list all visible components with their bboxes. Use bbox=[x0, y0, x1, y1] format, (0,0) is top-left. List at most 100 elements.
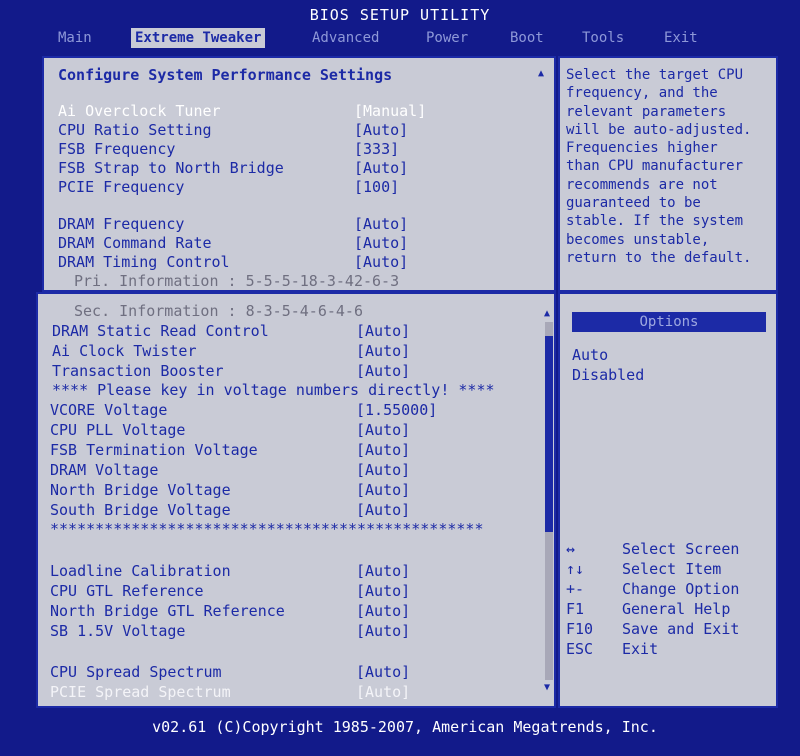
scroll-down-arrow-icon[interactable]: ▼ bbox=[544, 682, 550, 693]
top-settings-panel: Configure System Performance Settings Ai… bbox=[42, 56, 556, 292]
cpu-gtl-reference-item[interactable]: CPU GTL Reference [Auto] bbox=[50, 582, 410, 601]
item-value: [Auto] bbox=[356, 342, 411, 360]
item-label: CPU GTL Reference bbox=[50, 582, 204, 600]
item-label: FSB Frequency bbox=[58, 140, 176, 158]
item-label: DRAM Frequency bbox=[58, 215, 185, 233]
item-label: SB 1.5V Voltage bbox=[50, 622, 186, 640]
item-label: VCORE Voltage bbox=[50, 401, 168, 419]
south-bridge-voltage-item[interactable]: South Bridge Voltage [Auto] bbox=[50, 501, 410, 520]
bottom-settings-panel: Sec. Information : 8-3-5-4-6-4-6 DRAM St… bbox=[36, 292, 556, 708]
item-label: Ai Overclock Tuner bbox=[58, 102, 221, 120]
voltage-note: **** Please key in voltage numbers direc… bbox=[52, 381, 495, 399]
tab-advanced[interactable]: Advanced bbox=[308, 28, 383, 48]
bios-title: BIOS SETUP UTILITY bbox=[309, 6, 491, 24]
item-value: [Auto] bbox=[356, 602, 411, 620]
fsb-strap-item[interactable]: FSB Strap to North Bridge [Auto] bbox=[58, 159, 408, 178]
dram-timing-control-item[interactable]: DRAM Timing Control [Auto] bbox=[58, 253, 408, 272]
item-label: DRAM Command Rate bbox=[58, 234, 212, 252]
fsb-termination-voltage-item[interactable]: FSB Termination Voltage [Auto] bbox=[50, 441, 410, 460]
ai-clock-twister-item[interactable]: Ai Clock Twister [Auto] bbox=[52, 342, 410, 361]
tab-bar: Main Extreme Tweaker Advanced Power Boot… bbox=[40, 28, 776, 48]
help-panel: Select the target CPU frequency, and the… bbox=[558, 56, 778, 292]
tab-tools[interactable]: Tools bbox=[578, 28, 628, 48]
sb-1-5v-voltage-item[interactable]: SB 1.5V Voltage [Auto] bbox=[50, 622, 410, 641]
item-label: PCIE Frequency bbox=[58, 178, 185, 196]
key-exit: ESC Exit bbox=[566, 640, 659, 658]
key-select-item: ↑↓ Select Item bbox=[566, 560, 722, 578]
item-value: [Auto] bbox=[356, 683, 411, 701]
help-text: Select the target CPU frequency, and the… bbox=[566, 67, 752, 266]
item-label: North Bridge Voltage bbox=[50, 481, 231, 499]
item-value: [1.55000] bbox=[356, 401, 438, 419]
cpu-ratio-setting-item[interactable]: CPU Ratio Setting [Auto] bbox=[58, 121, 408, 140]
scrollbar-thumb[interactable] bbox=[545, 336, 553, 532]
key-general-help: F1 General Help bbox=[566, 600, 731, 618]
page-title: Configure System Performance Settings bbox=[58, 66, 393, 84]
transaction-booster-item[interactable]: Transaction Booster [Auto] bbox=[52, 362, 410, 381]
key-change-option: +- Change Option bbox=[566, 580, 740, 598]
tab-extreme-tweaker[interactable]: Extreme Tweaker bbox=[131, 28, 266, 48]
item-value: [Auto] bbox=[356, 461, 411, 479]
pri-information: Pri. Information : 5-5-5-18-3-42-6-3 bbox=[74, 272, 400, 290]
scroll-up-arrow-icon[interactable]: ▲ bbox=[544, 308, 550, 319]
arrows-up-down-icon: ↑↓ bbox=[566, 560, 585, 578]
item-label: CPU Spread Spectrum bbox=[50, 663, 222, 681]
item-label: DRAM Voltage bbox=[50, 461, 159, 479]
loadline-calibration-item[interactable]: Loadline Calibration [Auto] bbox=[50, 562, 410, 581]
item-label: South Bridge Voltage bbox=[50, 501, 231, 519]
scroll-up-arrow-icon[interactable]: ▲ bbox=[538, 68, 544, 79]
north-bridge-voltage-item[interactable]: North Bridge Voltage [Auto] bbox=[50, 481, 410, 500]
arrows-left-right-icon: ↔ bbox=[566, 540, 576, 558]
option-disabled[interactable]: Disabled bbox=[572, 366, 644, 384]
item-label: PCIE Spread Spectrum bbox=[50, 683, 231, 701]
item-label: North Bridge GTL Reference bbox=[50, 602, 285, 620]
item-label: Ai Clock Twister bbox=[52, 342, 197, 360]
pcie-spread-spectrum-item[interactable]: PCIE Spread Spectrum [Auto] bbox=[50, 683, 410, 702]
item-value: [Auto] bbox=[356, 322, 411, 340]
option-auto[interactable]: Auto bbox=[572, 346, 608, 364]
item-value: [Auto] bbox=[356, 421, 411, 439]
item-value: [Auto] bbox=[354, 215, 409, 233]
item-label: DRAM Timing Control bbox=[58, 253, 230, 271]
ai-overclock-tuner-item[interactable]: Ai Overclock Tuner [Manual] bbox=[58, 102, 426, 121]
item-value: [Auto] bbox=[354, 253, 409, 271]
pcie-frequency-item[interactable]: PCIE Frequency [100] bbox=[58, 178, 399, 197]
dram-static-read-control-item[interactable]: DRAM Static Read Control [Auto] bbox=[52, 322, 410, 341]
cpu-pll-voltage-item[interactable]: CPU PLL Voltage [Auto] bbox=[50, 421, 410, 440]
item-label: Transaction Booster bbox=[52, 362, 224, 380]
item-value: [Auto] bbox=[356, 501, 411, 519]
item-value: [Auto] bbox=[354, 234, 409, 252]
item-value: [Auto] bbox=[354, 121, 409, 139]
options-title: Options bbox=[572, 312, 766, 332]
tab-power[interactable]: Power bbox=[422, 28, 472, 48]
item-value: [Auto] bbox=[356, 582, 411, 600]
item-label: DRAM Static Read Control bbox=[52, 322, 269, 340]
dram-voltage-item[interactable]: DRAM Voltage [Auto] bbox=[50, 461, 410, 480]
cpu-spread-spectrum-item[interactable]: CPU Spread Spectrum [Auto] bbox=[50, 663, 410, 682]
item-value: [Manual] bbox=[354, 102, 427, 120]
item-value: [Auto] bbox=[356, 481, 411, 499]
dram-command-rate-item[interactable]: DRAM Command Rate [Auto] bbox=[58, 234, 408, 253]
item-value: [100] bbox=[354, 178, 400, 196]
item-label: FSB Strap to North Bridge bbox=[58, 159, 284, 177]
scrollbar[interactable] bbox=[545, 322, 553, 680]
fsb-frequency-item[interactable]: FSB Frequency [333] bbox=[58, 140, 399, 159]
options-panel: Options Auto Disabled ↔ Select Screen ↑↓… bbox=[558, 292, 778, 708]
item-value: [333] bbox=[354, 140, 400, 158]
tab-boot[interactable]: Boot bbox=[506, 28, 548, 48]
vcore-voltage-item[interactable]: VCORE Voltage [1.55000] bbox=[50, 401, 437, 420]
dram-frequency-item[interactable]: DRAM Frequency [Auto] bbox=[58, 215, 408, 234]
item-value: [Auto] bbox=[356, 441, 411, 459]
item-value: [Auto] bbox=[356, 622, 411, 640]
tab-exit[interactable]: Exit bbox=[660, 28, 702, 48]
item-label: CPU Ratio Setting bbox=[58, 121, 212, 139]
tab-main[interactable]: Main bbox=[54, 28, 96, 48]
copyright-footer: v02.61 (C)Copyright 1985-2007, American … bbox=[30, 714, 780, 740]
item-label: FSB Termination Voltage bbox=[50, 441, 258, 459]
bios-screen: BIOS SETUP UTILITY Main Extreme Tweaker … bbox=[0, 0, 800, 756]
key-select-screen: ↔ Select Screen bbox=[566, 540, 740, 558]
item-value: [Auto] bbox=[356, 562, 411, 580]
separator-line: ****************************************… bbox=[50, 520, 484, 538]
north-bridge-gtl-reference-item[interactable]: North Bridge GTL Reference [Auto] bbox=[50, 602, 410, 621]
key-save-and-exit: F10 Save and Exit bbox=[566, 620, 740, 638]
